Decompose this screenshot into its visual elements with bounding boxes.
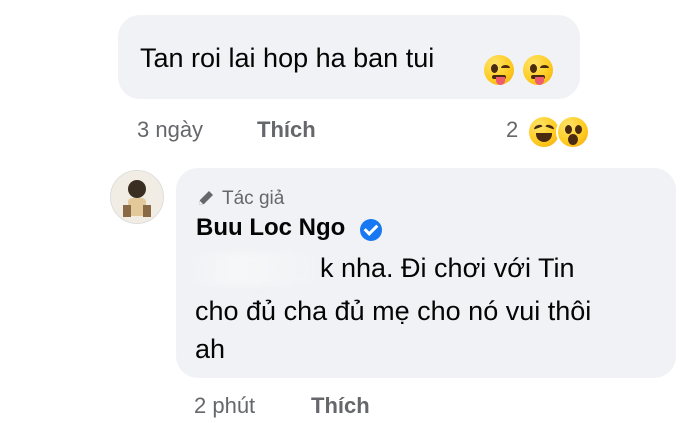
reply-text-line: ah bbox=[195, 334, 226, 364]
author-name[interactable]: Buu Loc Ngo bbox=[196, 214, 345, 242]
avatar-image bbox=[111, 171, 163, 223]
pencil-icon bbox=[196, 188, 216, 208]
zany-face-icon bbox=[523, 55, 553, 85]
reaction-count[interactable]: 2 bbox=[506, 117, 518, 143]
comment-text: Tan roi lai hop ha ban tui bbox=[140, 43, 435, 73]
wow-reaction-icon[interactable] bbox=[556, 115, 590, 149]
author-badge: Tác giả bbox=[222, 188, 285, 209]
redacted-text bbox=[188, 252, 318, 286]
verified-badge-icon bbox=[360, 219, 382, 241]
reply-text-line: k nha. Đi chơi với Tin bbox=[320, 253, 575, 283]
like-button[interactable]: Thích bbox=[257, 117, 316, 143]
comment-timestamp[interactable]: 3 ngày bbox=[137, 117, 203, 143]
reply-text-line: cho đủ cha đủ mẹ cho nó vui thôi bbox=[195, 296, 592, 326]
avatar[interactable] bbox=[110, 170, 164, 224]
like-button[interactable]: Thích bbox=[311, 393, 370, 419]
zany-face-icon bbox=[484, 55, 514, 85]
reply-timestamp[interactable]: 2 phút bbox=[194, 393, 255, 419]
